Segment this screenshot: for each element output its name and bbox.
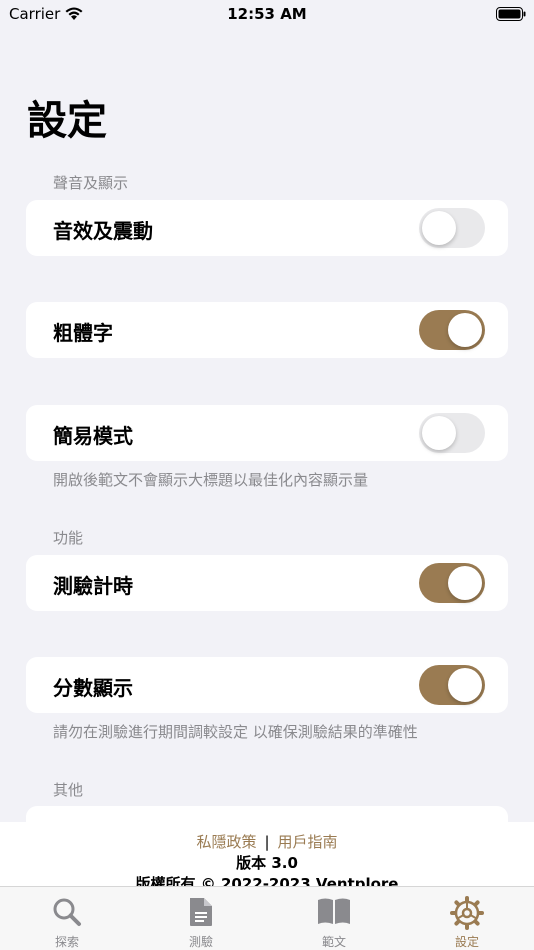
setting-label: 分數顯示: [53, 676, 133, 700]
toggle-knob: [448, 313, 482, 347]
setting-label: 音效及震動: [53, 219, 153, 243]
test-timer-toggle[interactable]: [419, 563, 485, 603]
status-bar: Carrier 12:53 AM: [0, 0, 534, 30]
status-time: 12:53 AM: [227, 5, 307, 23]
section-header-others: 其他: [53, 781, 84, 799]
tab-label: 設定: [454, 935, 479, 949]
bold-text-toggle[interactable]: [419, 310, 485, 350]
setting-row-bold-text: 粗體字: [26, 302, 508, 358]
tab-bar: 探索 測驗 範文 設定: [0, 886, 534, 950]
simple-mode-toggle[interactable]: [419, 413, 485, 453]
tab-label: 探索: [54, 935, 79, 949]
toggle-knob: [422, 416, 456, 450]
setting-row-simple-mode: 簡易模式: [26, 405, 508, 461]
tab-label: 測驗: [188, 935, 213, 949]
gear-icon: [450, 896, 484, 934]
score-display-toggle[interactable]: [419, 665, 485, 705]
search-icon: [51, 896, 83, 932]
sound-vibration-toggle[interactable]: [419, 208, 485, 248]
tab-explore[interactable]: 探索: [0, 887, 134, 950]
toggle-knob: [422, 211, 456, 245]
tab-sample-essays[interactable]: 範文: [267, 887, 401, 950]
setting-label: 測驗計時: [53, 574, 133, 598]
version-label: 版本 3.0: [236, 854, 298, 872]
privacy-policy-link[interactable]: 私隱政策: [196, 833, 256, 851]
app-footer: 私隱政策 | 用戶指南 版本 3.0 版權所有 © 2022-2023 Ventpl…: [0, 822, 534, 893]
toggle-knob: [448, 566, 482, 600]
section-header-features: 功能: [53, 529, 84, 547]
tab-test[interactable]: 測驗: [134, 887, 268, 950]
footer-separator: |: [264, 833, 270, 851]
setting-row-test-timer: 測驗計時: [26, 555, 508, 611]
tab-settings[interactable]: 設定: [400, 887, 534, 950]
section-header-sound-display: 聲音及顯示: [53, 174, 129, 192]
user-guide-link[interactable]: 用戶指南: [278, 833, 338, 851]
simple-mode-footer: 開啟後範文不會顯示大標題以最佳化內容顯示量: [53, 471, 369, 489]
setting-row-score-display: 分數顯示: [26, 657, 508, 713]
toggle-knob: [448, 668, 482, 702]
score-display-footer: 請勿在測驗進行期間調較設定 以確保測驗結果的準確性: [53, 723, 418, 741]
setting-label: 簡易模式: [53, 424, 133, 448]
setting-row-sound-vibration: 音效及震動: [26, 200, 508, 256]
tab-label: 範文: [321, 935, 346, 949]
footer-links: 私隱政策 | 用戶指南: [0, 831, 534, 852]
setting-label: 粗體字: [53, 321, 113, 345]
book-icon: [316, 896, 352, 930]
battery-icon: [496, 7, 526, 25]
document-icon: [187, 896, 215, 932]
page-title: 設定: [27, 98, 107, 144]
